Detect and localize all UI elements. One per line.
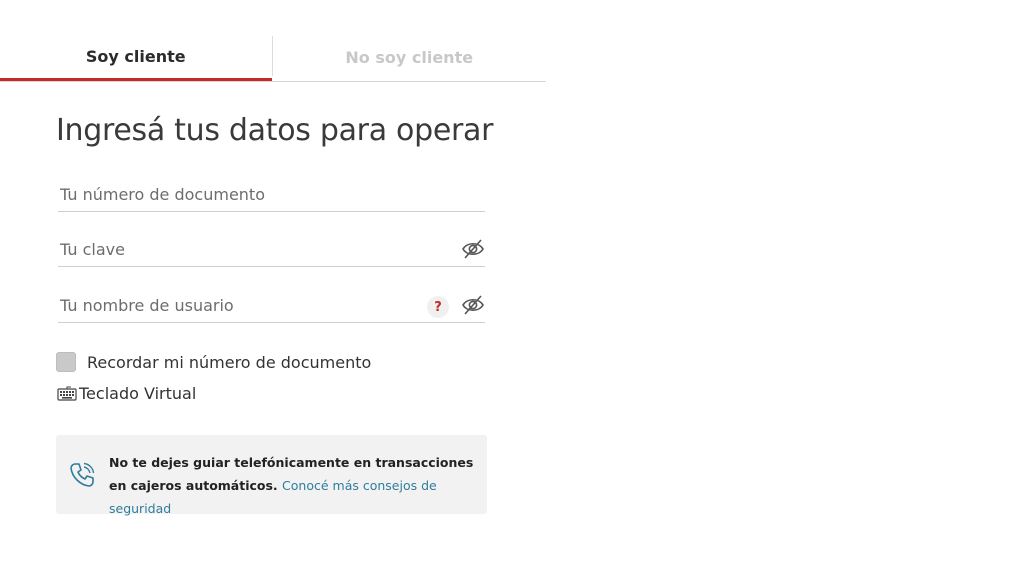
tab-no-soy-cliente[interactable]: No soy cliente [273,34,547,81]
eye-slash-icon[interactable] [461,238,485,260]
remember-document-option[interactable]: Recordar mi número de documento [56,352,371,372]
notice-text-block: No te dejes guiar telefónicamente en tra… [109,451,474,520]
password-input[interactable] [60,236,420,262]
security-notice: No te dejes guiar telefónicamente en tra… [56,435,487,516]
page-title: Ingresá tus datos para operar [56,113,494,148]
document-field [58,175,485,212]
login-page: Soy cliente No soy cliente Ingresá tus d… [0,0,1024,576]
virtual-keyboard-label: Teclado Virtual [79,384,197,403]
username-field: ? [58,286,485,323]
document-input[interactable] [60,181,420,207]
phone-icon [70,462,95,487]
tab-soy-cliente[interactable]: Soy cliente [0,34,272,81]
eye-slash-icon[interactable] [461,294,485,316]
username-input[interactable] [60,292,420,318]
password-field [58,230,485,267]
virtual-keyboard-button[interactable]: Teclado Virtual [57,384,196,403]
remember-checkbox[interactable] [56,352,76,372]
remember-label: Recordar mi número de documento [87,352,372,372]
login-tabs: Soy cliente No soy cliente [0,34,546,82]
keyboard-icon [57,386,77,401]
question-icon[interactable]: ? [427,296,449,318]
